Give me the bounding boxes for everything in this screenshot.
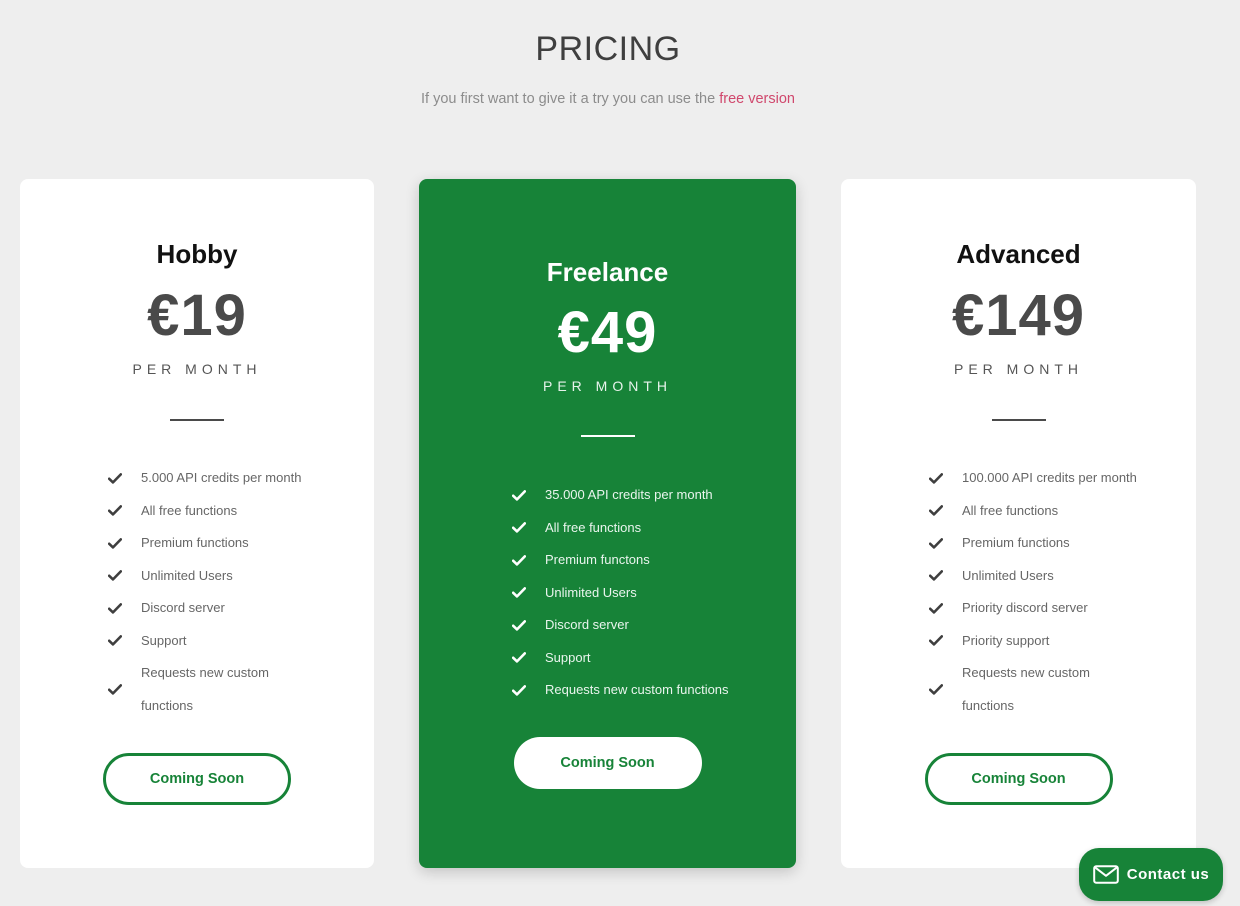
feature-item: Requests new custom functions — [512, 674, 765, 707]
plan-period: PER MONTH — [954, 361, 1083, 377]
pricing-card-freelance: Freelance €49 PER MONTH 35.000 API credi… — [419, 179, 796, 868]
feature-text: Unlimited Users — [545, 584, 637, 600]
feature-text: Priority discord server — [962, 600, 1088, 615]
feature-item: Priority support — [929, 625, 1142, 658]
feature-text: Discord server — [545, 617, 629, 632]
feature-text: Unlimited Users — [962, 567, 1054, 583]
divider — [991, 419, 1046, 421]
plan-name: Advanced — [956, 239, 1081, 269]
page-subtitle: If you first want to give it a try you c… — [0, 91, 1216, 107]
plan-price: €149 — [951, 283, 1086, 348]
feature-item: Premium functions — [929, 527, 1142, 560]
feature-item: Unlimited Users — [929, 560, 1142, 593]
envelope-icon — [1092, 865, 1119, 884]
check-icon — [929, 602, 962, 614]
feature-item: Unlimited Users — [108, 560, 321, 593]
feature-item: All free functions — [108, 495, 321, 528]
check-icon — [108, 537, 141, 549]
feature-text: Premium functons — [545, 552, 650, 567]
free-version-link[interactable]: free version — [719, 91, 795, 107]
plan-name: Hobby — [156, 239, 238, 269]
plan-price: €19 — [147, 283, 247, 348]
feature-text: Premium functions — [141, 535, 249, 550]
plan-name: Freelance — [546, 257, 669, 287]
feature-text: Support — [545, 649, 591, 665]
pricing-card-advanced: Advanced €149 PER MONTH 100.000 API cred… — [841, 179, 1196, 868]
feature-text: Unlimited Users — [141, 567, 233, 583]
feature-item: All free functions — [512, 512, 765, 545]
subtitle-text: If you first want to give it a try you c… — [421, 91, 720, 107]
check-icon — [512, 554, 545, 566]
check-icon — [108, 635, 141, 646]
check-icon — [108, 505, 141, 516]
plan-period: PER MONTH — [543, 378, 672, 394]
feature-list: 35.000 API credits per month All free fu… — [512, 479, 765, 707]
feature-text: All free functions — [141, 502, 238, 518]
feature-text: 5.000 API credits per month — [141, 470, 302, 485]
feature-text: Premium functions — [962, 535, 1070, 550]
feature-text: Requests new custom functions — [962, 665, 1090, 713]
check-icon — [512, 522, 545, 533]
divider — [580, 435, 635, 437]
contact-us-button[interactable]: Contact us — [1079, 848, 1223, 901]
feature-item: 35.000 API credits per month — [512, 479, 765, 512]
feature-item: Requests new custom functions — [108, 657, 321, 722]
feature-item: Support — [512, 642, 765, 675]
coming-soon-button[interactable]: Coming Soon — [924, 753, 1113, 805]
feature-item: Support — [108, 625, 321, 658]
feature-item: 5.000 API credits per month — [108, 462, 321, 495]
feature-item: Unlimited Users — [512, 577, 765, 610]
check-icon — [929, 570, 962, 581]
check-icon — [512, 587, 545, 598]
feature-text: All free functions — [545, 519, 642, 535]
plan-price: €49 — [557, 300, 658, 365]
check-icon — [512, 684, 545, 696]
check-icon — [108, 472, 141, 484]
feature-item: Discord server — [108, 592, 321, 625]
feature-item: Requests new custom functions — [929, 657, 1142, 722]
feature-item: All free functions — [929, 495, 1142, 528]
check-icon — [929, 684, 962, 695]
feature-text: 100.000 API credits per month — [962, 470, 1137, 485]
feature-text: 35.000 API credits per month — [545, 487, 713, 502]
check-icon — [929, 635, 962, 646]
pricing-card-hobby: Hobby €19 PER MONTH 5.000 API credits pe… — [20, 179, 374, 868]
check-icon — [929, 472, 962, 484]
check-icon — [512, 489, 545, 501]
feature-text: All free functions — [962, 502, 1059, 518]
feature-item: Discord server — [512, 609, 765, 642]
feature-item: Priority discord server — [929, 592, 1142, 625]
coming-soon-button[interactable]: Coming Soon — [513, 737, 702, 789]
check-icon — [108, 570, 141, 581]
feature-text: Requests new custom functions — [545, 682, 729, 697]
feature-text: Requests new custom functions — [141, 665, 269, 713]
page-title: PRICING — [535, 30, 681, 68]
coming-soon-button[interactable]: Coming Soon — [103, 753, 291, 805]
check-icon — [108, 684, 141, 695]
plan-period: PER MONTH — [132, 361, 262, 377]
check-icon — [108, 602, 141, 614]
feature-list: 100.000 API credits per month All free f… — [929, 462, 1142, 722]
feature-text: Priority support — [962, 632, 1050, 648]
check-icon — [929, 505, 962, 516]
feature-text: Support — [141, 632, 187, 648]
feature-item: Premium functons — [512, 544, 765, 577]
feature-text: Discord server — [141, 600, 225, 615]
check-icon — [512, 619, 545, 631]
check-icon — [512, 652, 545, 663]
feature-list: 5.000 API credits per month All free fun… — [108, 462, 321, 722]
feature-item: Premium functions — [108, 527, 321, 560]
divider — [170, 419, 224, 421]
check-icon — [929, 537, 962, 549]
feature-item: 100.000 API credits per month — [929, 462, 1142, 495]
contact-us-label: Contact us — [1126, 866, 1210, 883]
